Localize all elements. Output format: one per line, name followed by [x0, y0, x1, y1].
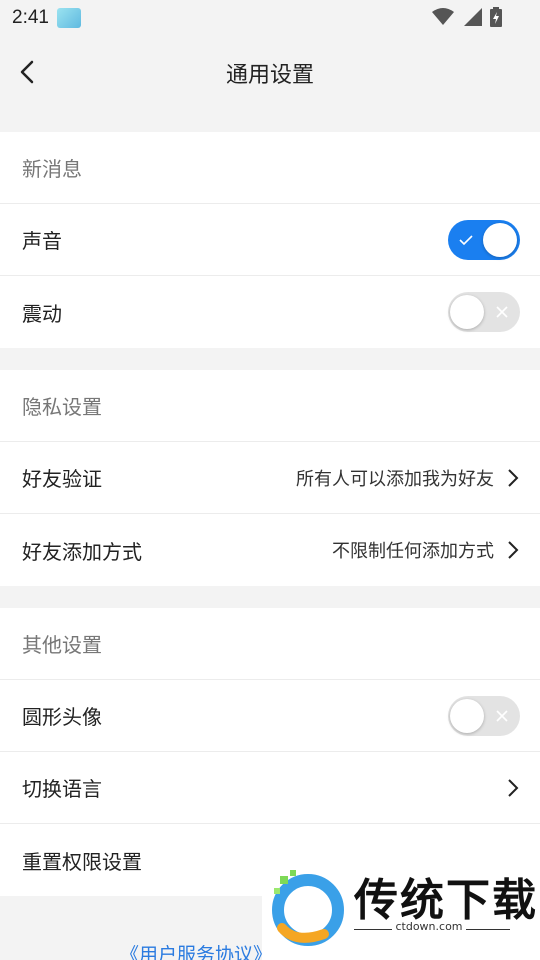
chevron-right-icon	[508, 541, 519, 559]
app-icon	[56, 8, 81, 28]
signal-icon	[464, 8, 482, 26]
chevron-right-icon	[508, 779, 519, 797]
vibrate-toggle[interactable]	[448, 292, 520, 332]
sound-toggle[interactable]	[448, 220, 520, 260]
setting-label: 震动	[22, 301, 62, 326]
x-icon	[496, 306, 508, 318]
status-time: 2:41	[12, 7, 49, 28]
setting-value: 不限制任何添加方式	[332, 541, 494, 562]
battery-icon	[490, 7, 502, 27]
setting-row-round-avatar: 圆形头像	[0, 680, 540, 752]
section-privacy: 隐私设置 好友验证 所有人可以添加我为好友 好友添加方式 不限制任何添加方式	[0, 370, 540, 586]
user-agreement-link[interactable]: 《用户服务协议》	[120, 940, 272, 960]
wifi-icon	[432, 8, 454, 25]
x-icon	[496, 710, 508, 722]
setting-value: 所有人可以添加我为好友	[296, 468, 494, 490]
toggle-knob	[483, 223, 517, 257]
setting-row-friend-add-method[interactable]: 好友添加方式 不限制任何添加方式	[0, 514, 540, 586]
toggle-knob	[450, 295, 484, 329]
divider	[466, 929, 510, 930]
setting-row-vibrate: 震动	[0, 276, 540, 348]
status-bar: 2:41	[0, 0, 540, 36]
watermark-brand: 传统下载	[354, 875, 538, 926]
watermark-domain: ctdown.com	[395, 920, 463, 933]
setting-label: 好友添加方式	[22, 539, 142, 564]
toggle-knob	[450, 699, 484, 733]
setting-label: 切换语言	[22, 777, 102, 801]
section-other: 其他设置 圆形头像 切换语言 重置权限设置	[0, 608, 540, 896]
setting-row-friend-verify[interactable]: 好友验证 所有人可以添加我为好友	[0, 442, 540, 514]
round-avatar-toggle[interactable]	[448, 696, 520, 736]
back-arrow-icon[interactable]	[14, 58, 42, 86]
setting-label: 重置权限设置	[22, 849, 142, 874]
setting-row-switch-language[interactable]: 切换语言	[0, 752, 540, 824]
page-title: 通用设置	[225, 63, 314, 88]
watermark-logo-icon	[272, 870, 344, 946]
section-title: 其他设置	[0, 608, 540, 680]
section-title: 新消息	[0, 132, 540, 204]
setting-row-sound: 声音	[0, 204, 540, 276]
chevron-right-icon	[508, 469, 519, 487]
check-icon	[459, 235, 473, 246]
setting-label: 好友验证	[22, 467, 102, 491]
section-title: 隐私设置	[0, 370, 540, 442]
section-new-messages: 新消息 声音 震动	[0, 132, 540, 348]
status-icons	[432, 7, 502, 27]
setting-label: 声音	[22, 229, 62, 253]
app-header: 通用设置	[0, 36, 540, 110]
watermark: 传统下载 ctdown.com	[262, 858, 540, 960]
setting-label: 圆形头像	[22, 705, 102, 729]
